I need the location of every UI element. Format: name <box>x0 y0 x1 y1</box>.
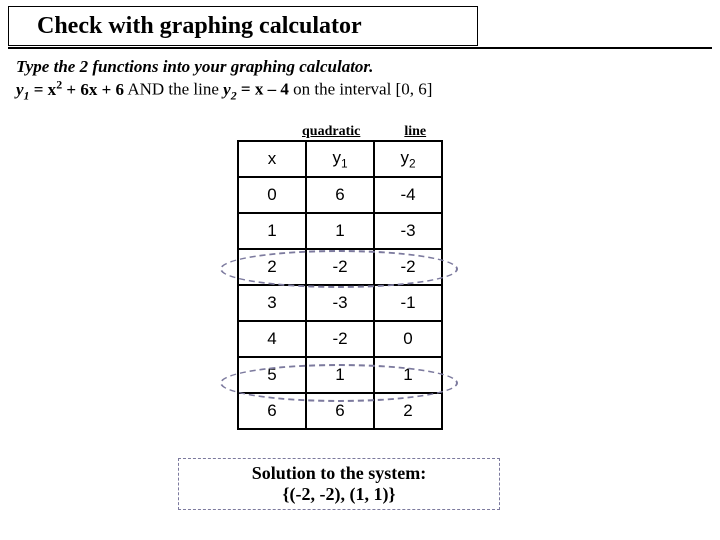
table-row: 1 1 -3 <box>238 213 442 249</box>
table-row: 6 6 2 <box>238 393 442 429</box>
table-row: 3 -3 -1 <box>238 285 442 321</box>
cell-x: 4 <box>238 321 306 357</box>
cell-x: 3 <box>238 285 306 321</box>
label-line: line <box>404 124 426 140</box>
eq2: = x – 4 <box>237 80 289 99</box>
solution-line2: {(-2, -2), (1, 1)} <box>179 484 499 505</box>
cell-y2: 0 <box>374 321 442 357</box>
cell-y1: 1 <box>306 357 374 393</box>
title-underline <box>8 47 712 49</box>
header-y1: y1 <box>306 141 374 177</box>
solution-line1: Solution to the system: <box>179 463 499 484</box>
cell-x: 6 <box>238 393 306 429</box>
data-table: x y1 y2 0 6 -4 1 1 -3 2 -2 -2 3 -3 -1 4 … <box>237 140 443 430</box>
cell-y1: -2 <box>306 249 374 285</box>
cell-y2: -4 <box>374 177 442 213</box>
header-x: x <box>238 141 306 177</box>
cell-y2: 1 <box>374 357 442 393</box>
table-row: 0 6 -4 <box>238 177 442 213</box>
and-text: AND the line <box>124 80 223 99</box>
cell-y1: -2 <box>306 321 374 357</box>
table-row: 2 -2 -2 <box>238 249 442 285</box>
cell-y1: 1 <box>306 213 374 249</box>
cell-x: 1 <box>238 213 306 249</box>
eq1-a: = x2 + 6x + 6 <box>30 80 125 99</box>
slide: Check with graphing calculator Type the … <box>0 0 720 540</box>
cell-y2: -1 <box>374 285 442 321</box>
cell-y1: 6 <box>306 177 374 213</box>
cell-x: 0 <box>238 177 306 213</box>
instr-line1: Type the 2 functions into your graphing … <box>16 57 373 76</box>
table-row: 4 -2 0 <box>238 321 442 357</box>
cell-y2: -2 <box>374 249 442 285</box>
y1-var: y1 <box>16 80 30 99</box>
y2-var: y2 <box>223 80 237 99</box>
cell-y1: 6 <box>306 393 374 429</box>
cell-x: 5 <box>238 357 306 393</box>
cell-x: 2 <box>238 249 306 285</box>
cell-y2: -3 <box>374 213 442 249</box>
page-title: Check with graphing calculator <box>8 6 478 46</box>
solution-box: Solution to the system: {(-2, -2), (1, 1… <box>178 458 500 510</box>
cell-y1: -3 <box>306 285 374 321</box>
table-row: 5 1 1 <box>238 357 442 393</box>
instructions: Type the 2 functions into your graphing … <box>16 56 432 103</box>
interval-text: on the interval [0, 6] <box>289 80 433 99</box>
cell-y2: 2 <box>374 393 442 429</box>
header-y2: y2 <box>374 141 442 177</box>
table-header-row: x y1 y2 <box>238 141 442 177</box>
column-labels: quadratic line <box>302 124 426 140</box>
label-quadratic: quadratic <box>302 124 360 140</box>
